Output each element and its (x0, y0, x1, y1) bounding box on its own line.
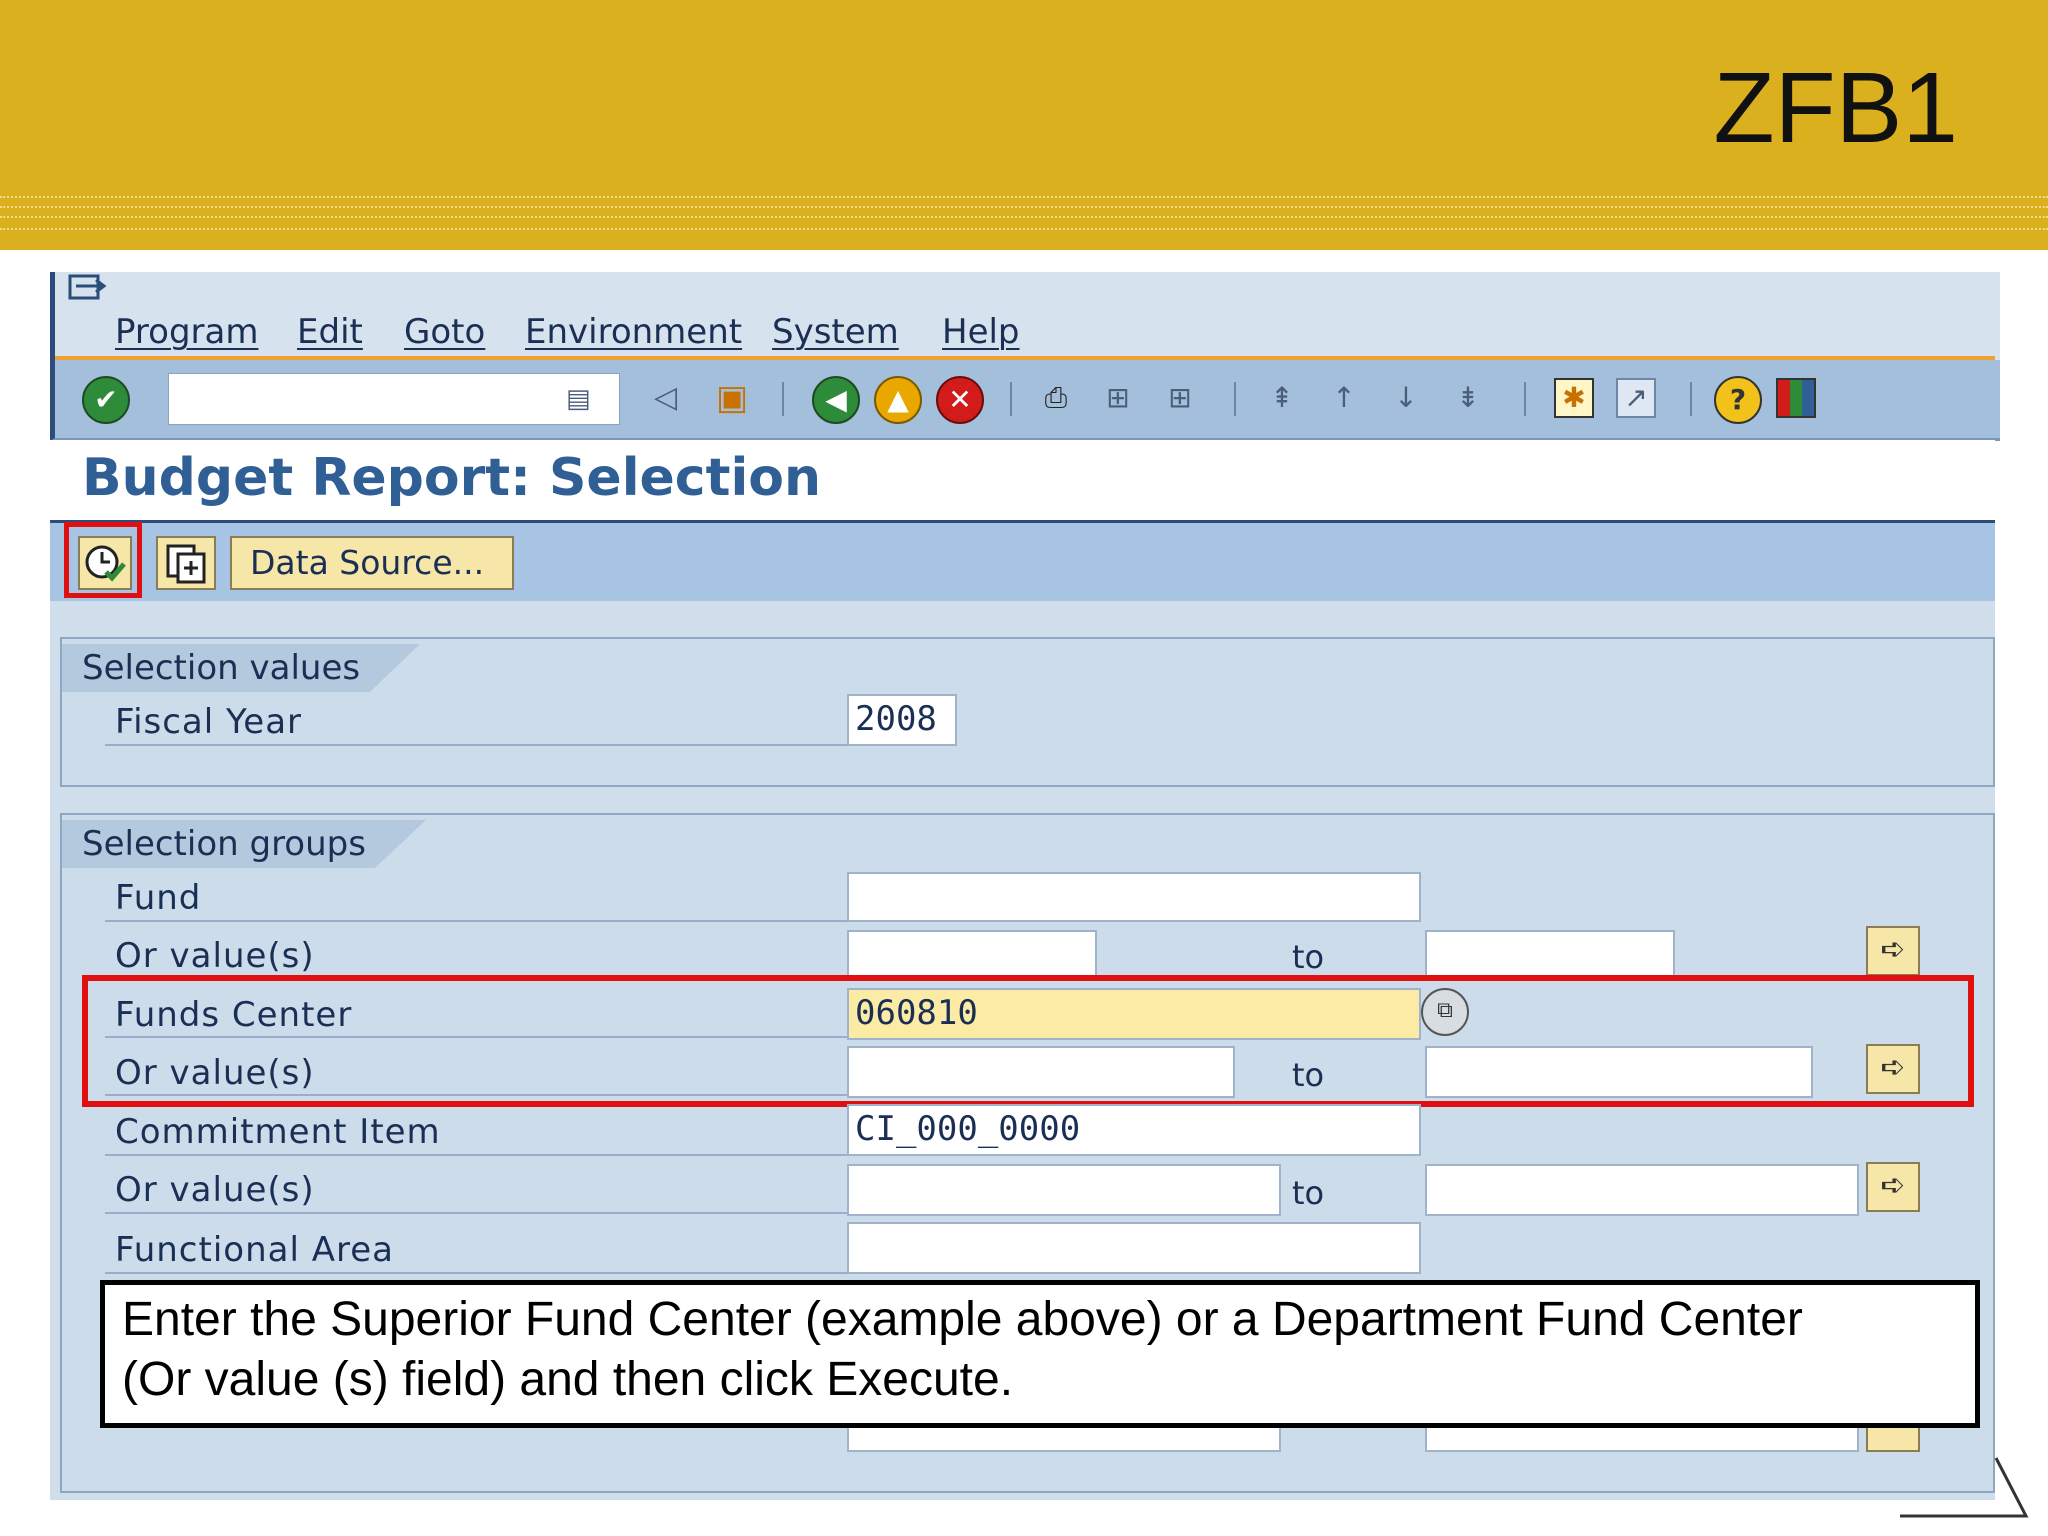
new-session-icon[interactable]: ✱ (1554, 378, 1594, 418)
functional-area-field[interactable] (847, 1222, 1421, 1274)
menu-icon[interactable] (68, 274, 108, 304)
commitment-item-to-label: to (1292, 1174, 1325, 1212)
slide-title: ZFB1 (1713, 52, 1958, 164)
row-divider (105, 744, 847, 746)
find-next-icon[interactable]: ⊞ (1160, 378, 1200, 418)
fund-or-values-label: Or value(s) (115, 936, 315, 976)
save-icon[interactable]: ▣ (712, 378, 752, 418)
fiscal-year-label: Fiscal Year (115, 702, 303, 742)
instruction-line-2: (Or value (s) field) and then click Exec… (122, 1353, 1014, 1406)
toolbar-separator (782, 382, 784, 416)
toolbar-separator (1690, 382, 1692, 416)
menu-environment[interactable]: Environment (525, 312, 742, 352)
fund-to-label: to (1292, 938, 1325, 976)
selection-values-title: Selection values (62, 644, 421, 692)
page-title: Budget Report: Selection (82, 448, 822, 508)
row-divider (105, 1154, 847, 1156)
toolbar-separator (1010, 382, 1012, 416)
row-divider (105, 1212, 847, 1214)
toolbar-separator (1234, 382, 1236, 416)
selection-groups-title: Selection groups (62, 820, 426, 868)
menu-program[interactable]: Program (115, 312, 258, 352)
previous-page-icon[interactable]: ↑ (1324, 378, 1364, 418)
row-divider (105, 1272, 847, 1274)
menu-edit[interactable]: Edit (297, 312, 363, 352)
shortcut-icon[interactable]: ↗ (1616, 378, 1656, 418)
commitment-item-from-field[interactable] (847, 1164, 1281, 1216)
exit-icon[interactable]: ▲ (874, 376, 922, 424)
first-page-icon[interactable]: ⇞ (1262, 378, 1302, 418)
fund-to-field[interactable] (1425, 930, 1675, 980)
get-variant-button[interactable] (156, 536, 216, 590)
data-source-button[interactable]: Data Source... (230, 536, 514, 590)
fund-from-field[interactable] (847, 930, 1097, 980)
collapse-icon[interactable]: ◁ (654, 380, 677, 415)
command-history-icon[interactable]: ▤ (566, 384, 591, 414)
menu-system[interactable]: System (772, 312, 899, 352)
fund-label: Fund (115, 878, 202, 918)
back-icon[interactable]: ◀ (812, 376, 860, 424)
fiscal-year-field[interactable]: 2008 (847, 694, 957, 746)
functional-area-label: Functional Area (115, 1230, 394, 1270)
funds-center-highlight (82, 975, 1974, 1107)
commitment-item-field[interactable]: CI_000_0000 (847, 1104, 1421, 1156)
command-field[interactable] (168, 373, 620, 425)
commitment-item-label: Commitment Item (115, 1112, 441, 1152)
instruction-text: Enter the Superior Fund Center (example … (122, 1290, 1962, 1410)
commitment-item-or-values-label: Or value(s) (115, 1170, 315, 1210)
multiple-selection-fund-icon[interactable]: ➪ (1866, 926, 1920, 976)
row-divider (105, 920, 847, 922)
instruction-line-1: Enter the Superior Fund Center (example … (122, 1293, 1803, 1346)
next-page-icon[interactable]: ↓ (1386, 378, 1426, 418)
print-icon[interactable]: ⎙ (1036, 378, 1076, 418)
find-icon[interactable]: ⊞ (1098, 378, 1138, 418)
help-icon[interactable]: ? (1714, 376, 1762, 424)
toolbar-separator (1524, 382, 1526, 416)
menu-goto[interactable]: Goto (404, 312, 485, 352)
multiple-selection-commitment-item-icon[interactable]: ➪ (1866, 1162, 1920, 1212)
layout-icon[interactable] (1776, 378, 1816, 418)
commitment-item-to-field[interactable] (1425, 1164, 1859, 1216)
execute-highlight (64, 522, 142, 598)
menu-help[interactable]: Help (942, 312, 1020, 352)
corner-decoration (1900, 1457, 2029, 1518)
last-page-icon[interactable]: ⇟ (1448, 378, 1488, 418)
cancel-icon[interactable]: ✕ (936, 376, 984, 424)
fund-field[interactable] (847, 872, 1421, 922)
get-variant-icon (166, 544, 206, 584)
enter-icon[interactable]: ✔ (82, 376, 130, 424)
